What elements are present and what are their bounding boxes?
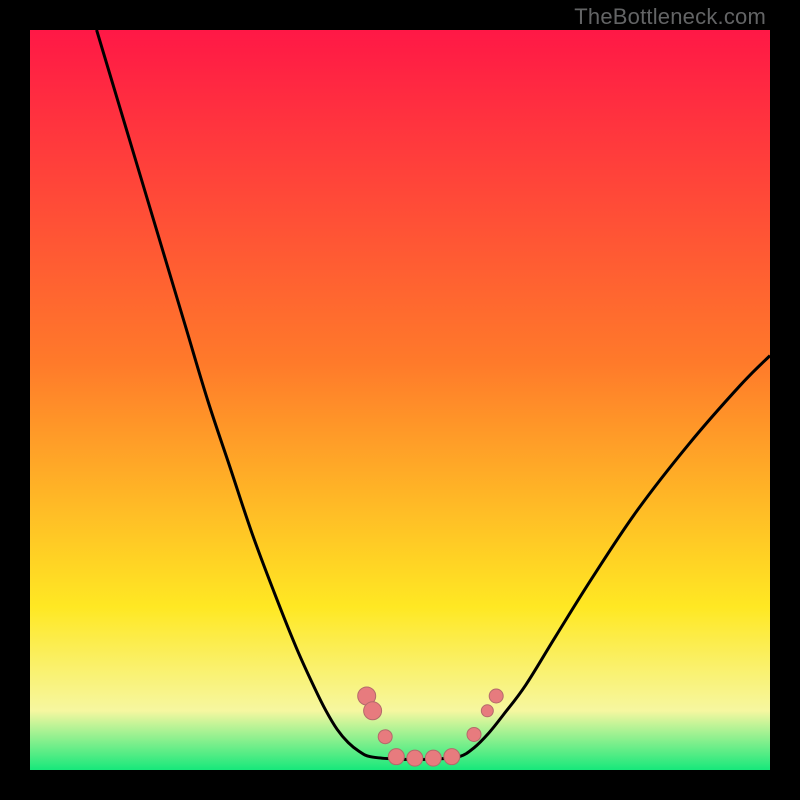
m-floor-4 <box>444 749 460 765</box>
plot-area <box>30 30 770 770</box>
m-left-3 <box>378 730 392 744</box>
plot-svg <box>30 30 770 770</box>
watermark-text: TheBottleneck.com <box>574 4 766 30</box>
m-floor-1 <box>388 749 404 765</box>
m-right-2 <box>481 705 493 717</box>
m-floor-3 <box>425 750 441 766</box>
gradient-background <box>30 30 770 770</box>
m-right-3 <box>489 689 503 703</box>
m-floor-2 <box>407 750 423 766</box>
m-left-2 <box>364 702 382 720</box>
chart-frame: TheBottleneck.com <box>0 0 800 800</box>
m-right-1 <box>467 727 481 741</box>
